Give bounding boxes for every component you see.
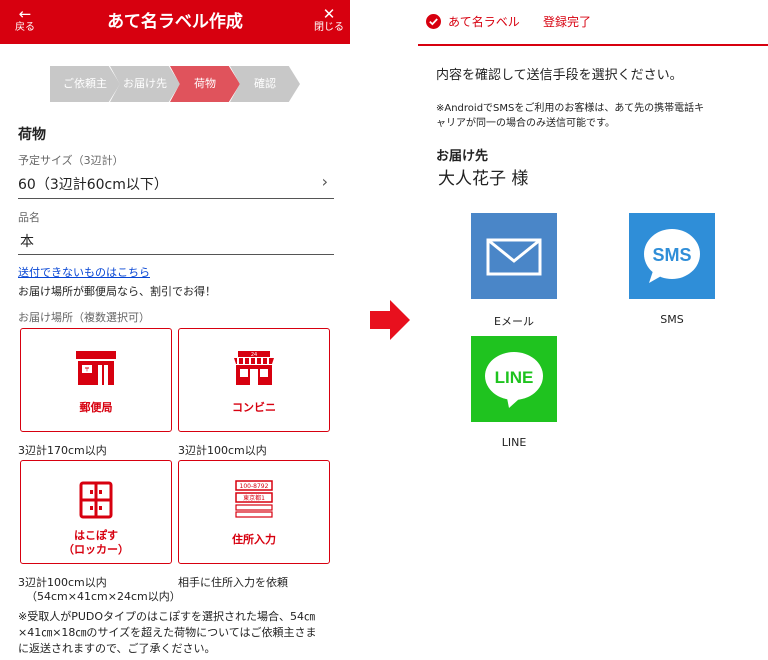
size-label: 予定サイズ（3辺計） [18,154,124,167]
prohibited-items-link[interactable]: 送付できないものはこちら [18,264,150,280]
section-title: 荷物 [18,127,46,143]
option-label: 住所入力 [232,533,276,546]
size-select[interactable]: 60（3辺計60cm以下） › [18,170,334,198]
sms-label: SMS [660,313,684,326]
svg-text:24: 24 [251,352,257,358]
line-badge-text: LINE [495,368,534,387]
back-arrow-icon: ← [18,5,32,23]
step-sender: ご依頼主 [50,66,120,102]
sms-badge-text: SMS [652,245,691,265]
recipient-label: お届け先 [436,149,489,164]
convenience-store-icon: 24 [234,351,274,385]
chevron-right-icon: › [321,172,328,191]
instruction-text: 内容を確認して送信手段を選択ください。 [436,68,683,83]
post-office-icon: 〒 [76,351,116,385]
locker-icon [79,481,113,519]
envelope-icon [486,238,542,276]
back-label: 戻る [15,22,35,33]
location-label: お届け場所（複数選択可） [18,311,150,324]
option-label: はこぽす [74,529,118,542]
option-label-sub: （ロッカー） [63,543,129,556]
footnote-line: に返送されますので、ご了承ください。 [18,642,216,655]
completion-status: 登録完了 [543,15,592,29]
step-confirm: 確認 [230,66,300,102]
item-input[interactable]: 本 [18,228,334,254]
item-label: 品名 [18,211,40,224]
option-label: 郵便局 [79,401,113,414]
option-note-sub: （54cm×41cm×24cm以内） [26,590,181,603]
app-header: ← 戻る あて名ラベル作成 ✕ 閉じる [0,0,350,44]
sms-note: ャリアが同一の場合のみ送信可能です。 [436,118,615,129]
line-bubble-icon: LINE [485,352,543,408]
option-address-input[interactable]: 100-8792 東京都1 住所入力 [178,460,330,564]
close-icon: ✕ [322,5,336,23]
line-label: LINE [501,436,527,449]
close-button[interactable]: ✕ 閉じる [312,6,346,34]
completion-title: あて名ラベル [448,15,520,29]
option-note: 3辺計100cm以内 [178,444,267,457]
back-button[interactable]: ← 戻る [10,6,40,34]
check-circle-icon [426,14,441,29]
address-card-postcode: 100-8792 [240,483,269,490]
footnote-line: ※受取人がPUDOタイプのはこぽすを選択された場合、54㎝ [18,610,316,623]
sms-note: ※AndroidでSMSをご利用のお客様は、あて先の携帯電話キ [436,103,705,114]
svg-text:〒: 〒 [84,367,90,374]
email-button[interactable] [471,213,557,299]
flow-arrow-icon [370,300,410,340]
page-title: あて名ラベル作成 [107,12,243,32]
discount-note: お届け場所が郵便局なら、割引でお得！ [18,285,216,298]
option-note: 3辺計170cm以内 [18,444,107,457]
progress-steps: ご依頼主 お届け先 荷物 確認 [50,66,300,102]
line-button[interactable]: LINE [471,336,557,422]
option-locker[interactable]: はこぽす （ロッカー） [20,460,172,564]
option-post-office[interactable]: 〒 郵便局 [20,328,172,432]
option-convenience-store[interactable]: 24 コンビニ [178,328,330,432]
footnote-line: ×41㎝×18㎝のサイズを超えた荷物についてはご依頼主さま [18,626,317,639]
item-underline [18,254,334,255]
close-label: 閉じる [314,22,344,33]
size-underline [18,198,334,199]
size-value: 60（3辺計60cm以下） [18,177,168,193]
option-note: 相手に住所入力を依頼 [178,576,288,589]
item-value: 本 [20,234,34,250]
sms-button[interactable]: SMS [629,213,715,299]
completion-header: あて名ラベル 登録完了 [418,0,768,46]
email-label: Eメール [494,315,534,328]
step-recipient: お届け先 [110,66,180,102]
step-package: 荷物 [170,66,240,102]
option-label: コンビニ [232,401,276,414]
address-card-icon: 100-8792 東京都1 [235,480,273,518]
recipient-name: 大人花子 様 [438,169,529,189]
sms-bubble-icon: SMS [644,229,700,283]
address-card-city: 東京都1 [243,494,265,502]
